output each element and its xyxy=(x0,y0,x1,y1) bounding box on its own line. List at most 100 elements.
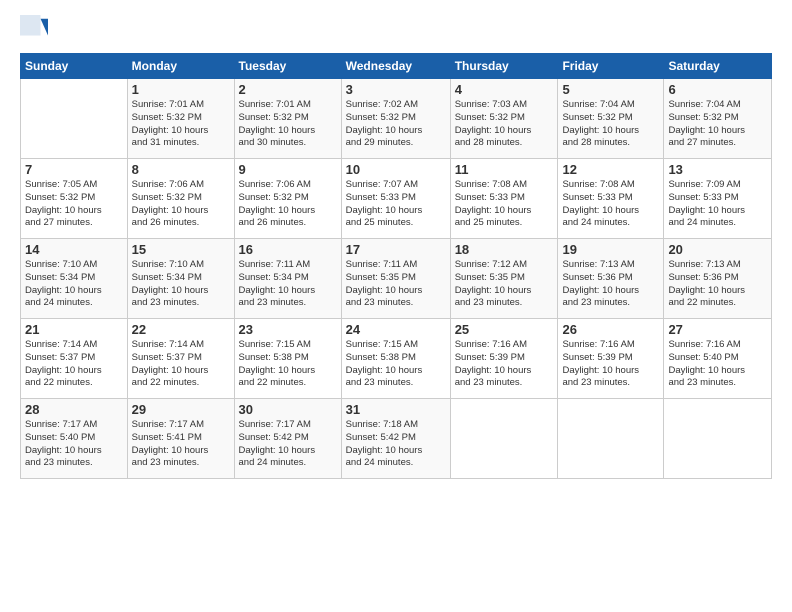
day-info: Sunrise: 7:17 AM Sunset: 5:41 PM Dayligh… xyxy=(132,419,230,470)
day-number: 28 xyxy=(25,402,123,417)
calendar-cell: 22 Sunrise: 7:14 AM Sunset: 5:37 PM Dayli… xyxy=(127,319,234,399)
calendar-cell: 18 Sunrise: 7:12 AM Sunset: 5:35 PM Dayli… xyxy=(450,239,558,319)
day-number: 6 xyxy=(668,82,767,97)
day-number: 9 xyxy=(239,162,337,177)
day-info: Sunrise: 7:17 AM Sunset: 5:42 PM Dayligh… xyxy=(239,419,337,470)
day-number: 17 xyxy=(346,242,446,257)
calendar-cell xyxy=(21,79,128,159)
header-cell-tuesday: Tuesday xyxy=(234,54,341,79)
header-row: SundayMondayTuesdayWednesdayThursdayFrid… xyxy=(21,54,772,79)
week-row-1: 7 Sunrise: 7:05 AM Sunset: 5:32 PM Daylig… xyxy=(21,159,772,239)
week-row-3: 21 Sunrise: 7:14 AM Sunset: 5:37 PM Dayli… xyxy=(21,319,772,399)
calendar-cell: 29 Sunrise: 7:17 AM Sunset: 5:41 PM Dayli… xyxy=(127,399,234,479)
day-info: Sunrise: 7:16 AM Sunset: 5:39 PM Dayligh… xyxy=(562,339,659,390)
day-number: 30 xyxy=(239,402,337,417)
calendar-cell: 19 Sunrise: 7:13 AM Sunset: 5:36 PM Dayli… xyxy=(558,239,664,319)
day-number: 7 xyxy=(25,162,123,177)
day-number: 10 xyxy=(346,162,446,177)
header-cell-friday: Friday xyxy=(558,54,664,79)
day-info: Sunrise: 7:12 AM Sunset: 5:35 PM Dayligh… xyxy=(455,259,554,310)
day-info: Sunrise: 7:08 AM Sunset: 5:33 PM Dayligh… xyxy=(455,179,554,230)
calendar-cell: 5 Sunrise: 7:04 AM Sunset: 5:32 PM Daylig… xyxy=(558,79,664,159)
logo xyxy=(20,15,50,43)
calendar-cell: 11 Sunrise: 7:08 AM Sunset: 5:33 PM Dayli… xyxy=(450,159,558,239)
logo-icon xyxy=(20,15,48,43)
calendar-cell: 23Sunrise: 7:15 AM Sunset: 5:38 PM Dayli… xyxy=(234,319,341,399)
calendar-cell: 30 Sunrise: 7:17 AM Sunset: 5:42 PM Dayli… xyxy=(234,399,341,479)
day-number: 5 xyxy=(562,82,659,97)
day-number: 18 xyxy=(455,242,554,257)
day-number: 19 xyxy=(562,242,659,257)
header-cell-thursday: Thursday xyxy=(450,54,558,79)
calendar-cell: 27Sunrise: 7:16 AM Sunset: 5:40 PM Dayli… xyxy=(664,319,772,399)
day-info: Sunrise: 7:14 AM Sunset: 5:37 PM Dayligh… xyxy=(25,339,123,390)
header-cell-wednesday: Wednesday xyxy=(341,54,450,79)
calendar-cell: 14Sunrise: 7:10 AM Sunset: 5:34 PM Dayli… xyxy=(21,239,128,319)
day-info: Sunrise: 7:07 AM Sunset: 5:33 PM Dayligh… xyxy=(346,179,446,230)
day-number: 8 xyxy=(132,162,230,177)
calendar-cell: 6 Sunrise: 7:04 AM Sunset: 5:32 PM Daylig… xyxy=(664,79,772,159)
day-info: Sunrise: 7:04 AM Sunset: 5:32 PM Dayligh… xyxy=(668,99,767,150)
calendar-cell: 15 Sunrise: 7:10 AM Sunset: 5:34 PM Dayli… xyxy=(127,239,234,319)
day-number: 29 xyxy=(132,402,230,417)
day-number: 23 xyxy=(239,322,337,337)
day-number: 11 xyxy=(455,162,554,177)
calendar-cell: 28 Sunrise: 7:17 AM Sunset: 5:40 PM Dayli… xyxy=(21,399,128,479)
calendar-cell: 1Sunrise: 7:01 AM Sunset: 5:32 PM Daylig… xyxy=(127,79,234,159)
day-number: 31 xyxy=(346,402,446,417)
day-info: Sunrise: 7:14 AM Sunset: 5:37 PM Dayligh… xyxy=(132,339,230,390)
calendar-cell: 8 Sunrise: 7:06 AM Sunset: 5:32 PM Daylig… xyxy=(127,159,234,239)
day-number: 13 xyxy=(668,162,767,177)
day-info: Sunrise: 7:04 AM Sunset: 5:32 PM Dayligh… xyxy=(562,99,659,150)
day-info: Sunrise: 7:15 AM Sunset: 5:38 PM Dayligh… xyxy=(346,339,446,390)
day-info: Sunrise: 7:11 AM Sunset: 5:35 PM Dayligh… xyxy=(346,259,446,310)
day-number: 21 xyxy=(25,322,123,337)
calendar-cell: 9Sunrise: 7:06 AM Sunset: 5:32 PM Daylig… xyxy=(234,159,341,239)
day-number: 16 xyxy=(239,242,337,257)
day-info: Sunrise: 7:08 AM Sunset: 5:33 PM Dayligh… xyxy=(562,179,659,230)
calendar-cell: 12 Sunrise: 7:08 AM Sunset: 5:33 PM Dayli… xyxy=(558,159,664,239)
calendar-cell: 25 Sunrise: 7:16 AM Sunset: 5:39 PM Dayli… xyxy=(450,319,558,399)
calendar-cell: 13Sunrise: 7:09 AM Sunset: 5:33 PM Dayli… xyxy=(664,159,772,239)
header-cell-monday: Monday xyxy=(127,54,234,79)
day-info: Sunrise: 7:16 AM Sunset: 5:40 PM Dayligh… xyxy=(668,339,767,390)
day-number: 12 xyxy=(562,162,659,177)
header xyxy=(20,15,772,43)
day-number: 25 xyxy=(455,322,554,337)
day-number: 3 xyxy=(346,82,446,97)
calendar-cell: 21 Sunrise: 7:14 AM Sunset: 5:37 PM Dayli… xyxy=(21,319,128,399)
calendar-cell: 26 Sunrise: 7:16 AM Sunset: 5:39 PM Dayli… xyxy=(558,319,664,399)
calendar-table: SundayMondayTuesdayWednesdayThursdayFrid… xyxy=(20,53,772,479)
calendar-cell: 16 Sunrise: 7:11 AM Sunset: 5:34 PM Dayli… xyxy=(234,239,341,319)
day-number: 22 xyxy=(132,322,230,337)
calendar-cell: 7 Sunrise: 7:05 AM Sunset: 5:32 PM Daylig… xyxy=(21,159,128,239)
header-cell-sunday: Sunday xyxy=(21,54,128,79)
week-row-4: 28 Sunrise: 7:17 AM Sunset: 5:40 PM Dayli… xyxy=(21,399,772,479)
day-info: Sunrise: 7:16 AM Sunset: 5:39 PM Dayligh… xyxy=(455,339,554,390)
day-info: Sunrise: 7:11 AM Sunset: 5:34 PM Dayligh… xyxy=(239,259,337,310)
header-cell-saturday: Saturday xyxy=(664,54,772,79)
calendar-cell: 24 Sunrise: 7:15 AM Sunset: 5:38 PM Dayli… xyxy=(341,319,450,399)
day-info: Sunrise: 7:18 AM Sunset: 5:42 PM Dayligh… xyxy=(346,419,446,470)
day-number: 1 xyxy=(132,82,230,97)
calendar-cell: 31 Sunrise: 7:18 AM Sunset: 5:42 PM Dayli… xyxy=(341,399,450,479)
calendar-cell xyxy=(558,399,664,479)
day-info: Sunrise: 7:10 AM Sunset: 5:34 PM Dayligh… xyxy=(132,259,230,310)
calendar-cell: 3 Sunrise: 7:02 AM Sunset: 5:32 PM Daylig… xyxy=(341,79,450,159)
day-number: 20 xyxy=(668,242,767,257)
day-info: Sunrise: 7:02 AM Sunset: 5:32 PM Dayligh… xyxy=(346,99,446,150)
day-info: Sunrise: 7:17 AM Sunset: 5:40 PM Dayligh… xyxy=(25,419,123,470)
day-info: Sunrise: 7:05 AM Sunset: 5:32 PM Dayligh… xyxy=(25,179,123,230)
day-number: 15 xyxy=(132,242,230,257)
day-info: Sunrise: 7:13 AM Sunset: 5:36 PM Dayligh… xyxy=(562,259,659,310)
day-number: 4 xyxy=(455,82,554,97)
calendar-header: SundayMondayTuesdayWednesdayThursdayFrid… xyxy=(21,54,772,79)
week-row-2: 14Sunrise: 7:10 AM Sunset: 5:34 PM Dayli… xyxy=(21,239,772,319)
calendar-cell: 2Sunrise: 7:01 AM Sunset: 5:32 PM Daylig… xyxy=(234,79,341,159)
calendar-cell: 20Sunrise: 7:13 AM Sunset: 5:36 PM Dayli… xyxy=(664,239,772,319)
day-number: 24 xyxy=(346,322,446,337)
day-number: 26 xyxy=(562,322,659,337)
day-info: Sunrise: 7:06 AM Sunset: 5:32 PM Dayligh… xyxy=(132,179,230,230)
calendar-body: 1Sunrise: 7:01 AM Sunset: 5:32 PM Daylig… xyxy=(21,79,772,479)
day-number: 2 xyxy=(239,82,337,97)
